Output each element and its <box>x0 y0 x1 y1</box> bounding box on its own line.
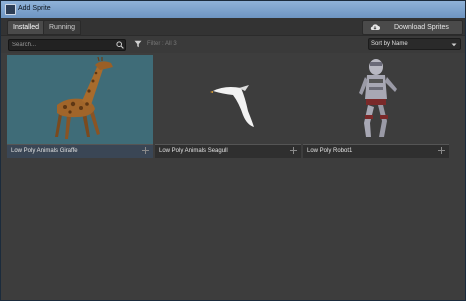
tab-installed[interactable]: Installed <box>7 20 46 35</box>
filter-status: Filter : All 3 <box>147 41 177 47</box>
filter-icon[interactable] <box>134 40 142 48</box>
sprite-card-label-bar: Low Poly Animals Giraffe <box>7 144 153 158</box>
sprite-name: Low Poly Animals Giraffe <box>11 148 78 154</box>
giraffe-thumbnail <box>7 55 153 144</box>
sort-dropdown[interactable]: Sort by Name <box>368 38 461 50</box>
search-box <box>8 39 126 51</box>
giraffe-model-icon <box>55 56 113 139</box>
cloud-download-icon <box>370 24 380 31</box>
sort-selected-label: Sort by Name <box>371 41 408 47</box>
search-icon[interactable] <box>116 41 124 49</box>
download-sprites-button[interactable]: Download Sprites <box>362 20 463 35</box>
tab-running[interactable]: Running <box>43 20 82 35</box>
chevron-down-icon <box>451 43 457 47</box>
sprite-name: Low Poly Animals Seagull <box>159 148 228 154</box>
add-sprite-window: Add Sprite Installed Running Download Sp… <box>0 0 466 301</box>
search-input[interactable] <box>12 40 112 50</box>
window-title: Add Sprite <box>18 5 51 12</box>
sprite-card-giraffe[interactable]: Low Poly Animals Giraffe <box>7 55 153 158</box>
add-icon[interactable] <box>289 146 298 155</box>
sprite-name: Low Poly Robot1 <box>307 148 353 154</box>
sprite-card-label-bar: Low Poly Robot1 <box>303 144 449 158</box>
seagull-thumbnail <box>155 55 301 144</box>
app-icon <box>5 4 16 15</box>
title-bar: Add Sprite <box>1 1 465 18</box>
sprite-card-robot[interactable]: Low Poly Robot1 <box>303 55 449 158</box>
robot-model-icon <box>359 59 397 137</box>
download-sprites-label: Download Sprites <box>394 24 449 31</box>
seagull-model-icon <box>210 85 254 127</box>
add-icon[interactable] <box>437 146 446 155</box>
sprite-card-label-bar: Low Poly Animals Seagull <box>155 144 301 158</box>
robot-thumbnail <box>303 55 449 144</box>
sprite-card-seagull[interactable]: Low Poly Animals Seagull <box>155 55 301 158</box>
add-icon[interactable] <box>141 146 150 155</box>
